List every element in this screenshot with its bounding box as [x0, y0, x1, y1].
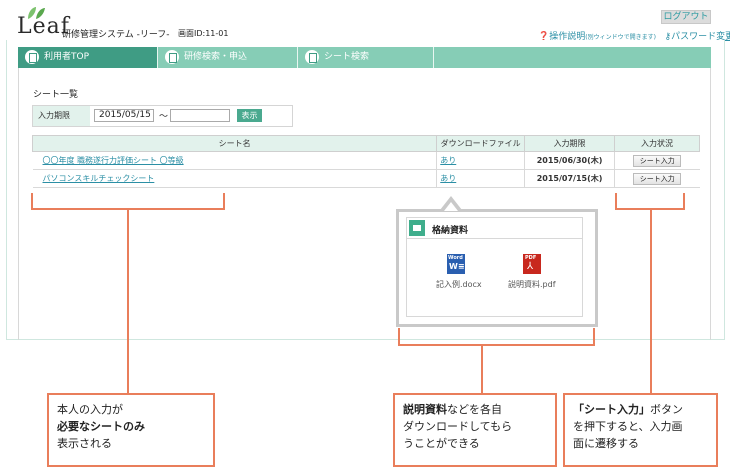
tab-label: シート検索 — [324, 52, 370, 62]
callout-text: を押下すると、入力画 — [573, 420, 683, 433]
sheet-table: シート名 ダウンロードファイル 入力期限 入力状況 〇〇年度 職務遂行力評価シー… — [31, 135, 700, 188]
column-header: 入力期限 — [524, 135, 616, 152]
file-name-docx[interactable]: 記入例.docx — [436, 279, 482, 290]
callout-text: 説明資料などを各自 — [403, 403, 502, 416]
connector-line — [481, 346, 483, 393]
sheet-input-button[interactable]: シート入力 — [633, 172, 682, 185]
connector-line — [127, 210, 129, 393]
tab-label: 利用者TOP — [44, 52, 90, 62]
column-header: シート名 — [31, 135, 438, 152]
sheet-name-link[interactable]: 〇〇年度 職務遂行力評価シート 〇等級 — [43, 156, 184, 165]
logout-button[interactable]: ログアウト — [661, 10, 711, 24]
callout-text: 本人の入力が — [57, 403, 123, 416]
filter-label: 入力期限 — [33, 106, 90, 126]
popup-title: 格納資料 — [432, 226, 469, 236]
callout-text-bold: 必要なシートのみ — [57, 420, 145, 433]
sheet-name-cell: 〇〇年度 職務遂行力評価シート 〇等級 — [32, 151, 437, 170]
action-cell: シート入力 — [614, 169, 700, 188]
tab-label: 研修検索・申込 — [184, 52, 248, 62]
screen-id: 画面ID:11-01 — [178, 29, 229, 38]
deadline-cell: 2015/06/30(木) — [524, 151, 615, 170]
pdf-file-icon[interactable] — [523, 254, 541, 274]
tab-training-search[interactable]: 研修検索・申込 — [158, 47, 298, 68]
table-row: パソコンスキルチェックシート あり 2015/07/15(木) シート入力 — [32, 169, 700, 188]
document-icon — [25, 50, 39, 64]
tab-user-top[interactable]: 利用者TOP — [18, 47, 158, 68]
page-title: シート一覧 — [33, 90, 79, 100]
download-link[interactable]: あり — [440, 174, 456, 183]
sheet-name-link[interactable]: パソコンスキルチェックシート — [43, 174, 155, 183]
folder-icon — [409, 220, 425, 236]
highlight-bracket-sheet-name — [31, 193, 225, 210]
callout-sheet-input: 「シート入力」ボタン を押下すると、入力画 面に遷移する — [563, 393, 718, 467]
download-cell: あり — [436, 151, 525, 170]
system-title: 研修管理システム -リーフ- — [62, 30, 170, 40]
word-file-icon[interactable] — [447, 254, 465, 274]
file-name-pdf[interactable]: 説明資料.pdf — [508, 279, 556, 290]
download-cell: あり — [436, 169, 525, 188]
tilde: ～ — [159, 112, 169, 122]
callout-text: 「シート入力」ボタン — [573, 403, 683, 416]
tab-sheet-search[interactable]: シート検索 — [298, 47, 434, 68]
deadline-cell: 2015/07/15(木) — [524, 169, 615, 188]
download-link[interactable]: あり — [440, 156, 456, 165]
callout-text: ダウンロードしてもら — [403, 420, 513, 433]
date-to-input[interactable] — [170, 109, 230, 122]
column-header: ダウンロードファイル — [436, 135, 526, 152]
sheet-name-cell: パソコンスキルチェックシート — [32, 169, 437, 188]
table-row: 〇〇年度 職務遂行力評価シート 〇等級 あり 2015/06/30(木) シート… — [32, 151, 700, 170]
highlight-bracket-input-status — [615, 193, 685, 210]
popup-pointer-inner — [444, 202, 458, 211]
sheet-icon — [305, 50, 319, 64]
callout-text: 表示される — [57, 437, 112, 450]
sheet-input-button[interactable]: シート入力 — [633, 154, 682, 167]
callout-sheet-list: 本人の入力が 必要なシートのみ 表示される — [47, 393, 215, 467]
date-from-input[interactable]: 2015/05/15 — [94, 109, 154, 122]
callout-download: 説明資料などを各自 ダウンロードしてもら うことができる — [393, 393, 557, 467]
table-header-row: シート名 ダウンロードファイル 入力期限 入力状況 — [31, 135, 700, 152]
callout-text: 面に遷移する — [573, 437, 639, 450]
show-button[interactable]: 表示 — [237, 109, 262, 122]
column-header: 入力状況 — [614, 135, 700, 152]
tab-bar: 利用者TOP 研修検索・申込 シート検索 — [18, 47, 711, 68]
highlight-bracket-popup — [398, 328, 595, 346]
search-document-icon — [165, 50, 179, 64]
action-cell: シート入力 — [614, 151, 700, 170]
connector-line — [650, 210, 652, 393]
callout-text: うことができる — [403, 437, 480, 450]
